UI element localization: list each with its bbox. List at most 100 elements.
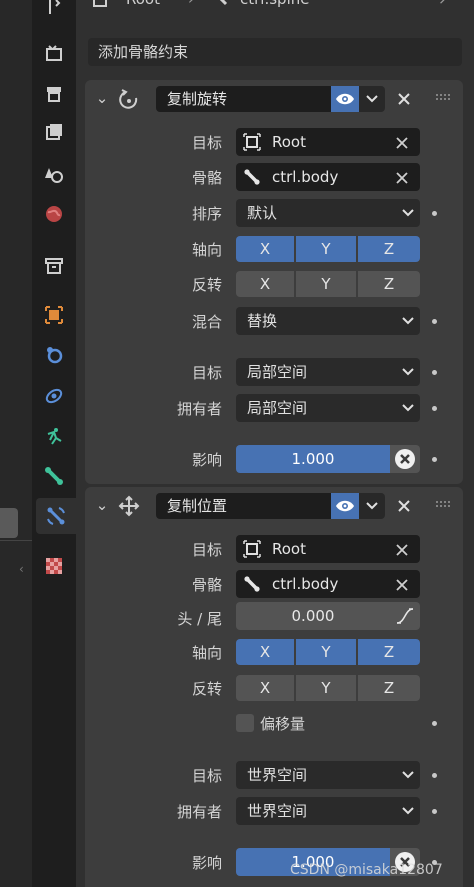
bone-value: ctrl.body: [272, 575, 339, 593]
bone-field[interactable]: ctrl.body: [236, 163, 420, 191]
axis-x-toggle[interactable]: X: [236, 236, 294, 262]
constraint-name-field[interactable]: 复制位置: [156, 493, 332, 519]
chevron-left-icon[interactable]: ‹: [19, 562, 24, 576]
add-bone-constraint-dropdown[interactable]: 添加骨骼约束: [88, 38, 462, 66]
target-value: Root: [272, 540, 306, 558]
chevron-down-icon[interactable]: ⌄: [94, 495, 110, 515]
left-editor-edge: ‹: [0, 0, 32, 887]
target-space-value: 世界空间: [247, 766, 308, 784]
invert-y-toggle[interactable]: Y: [296, 271, 356, 297]
keyframe-dot[interactable]: [432, 319, 437, 324]
owner-space-dropdown[interactable]: 世界空间: [236, 797, 420, 825]
left-editor-tab[interactable]: [0, 508, 18, 538]
particles-tab-icon[interactable]: [32, 378, 76, 414]
armature-icon: [90, 0, 110, 10]
tool-tab-icon[interactable]: [32, 0, 76, 24]
copy-location-icon: [116, 493, 142, 519]
breadcrumb-bone: ctrl.spine: [240, 0, 309, 8]
influence-label: 影响: [191, 854, 222, 872]
bone-field[interactable]: ctrl.body: [236, 570, 420, 598]
world-tab-icon[interactable]: [32, 196, 76, 232]
scene-tab-icon[interactable]: [32, 156, 76, 192]
axis-label: 轴向: [191, 644, 222, 662]
chevron-down-icon: [402, 317, 414, 325]
target-space-dropdown[interactable]: 局部空间: [236, 358, 420, 386]
axis-x-toggle[interactable]: X: [236, 639, 294, 665]
owner-space-label: 拥有者: [176, 400, 222, 418]
modifier-tab-icon[interactable]: [32, 337, 76, 373]
keyframe-dot[interactable]: [432, 406, 437, 411]
use-bbone-shape-button[interactable]: [390, 602, 420, 630]
mix-label: 混合: [191, 313, 222, 331]
curve-icon: [395, 606, 415, 626]
keyframe-dot[interactable]: [432, 773, 437, 778]
invert-x-toggle[interactable]: X: [236, 271, 294, 297]
clear-icon[interactable]: [394, 542, 410, 558]
armature-object-icon: [242, 539, 262, 559]
breadcrumb-object: Root: [126, 0, 160, 8]
axis-y-toggle[interactable]: Y: [296, 639, 356, 665]
chevron-down-icon: [402, 368, 414, 376]
order-dropdown[interactable]: 默认: [236, 199, 420, 227]
target-label: 目标: [191, 134, 222, 152]
head-tail-label: 头 / 尾: [177, 610, 222, 628]
target-space-label: 目标: [191, 364, 222, 382]
bone-icon: [242, 167, 262, 187]
invert-y-toggle[interactable]: Y: [296, 675, 356, 701]
keyframe-dot[interactable]: [432, 370, 437, 375]
axis-y-toggle[interactable]: Y: [296, 236, 356, 262]
disable-keep-transform-button[interactable]: [390, 445, 420, 473]
target-field[interactable]: Root: [236, 128, 420, 156]
close-icon[interactable]: [394, 86, 414, 112]
chevron-down-icon[interactable]: [359, 493, 385, 519]
keyframe-dot[interactable]: [432, 457, 437, 462]
output-tab-icon[interactable]: [32, 76, 76, 112]
object-tab-icon[interactable]: [32, 297, 76, 333]
chevron-down-icon[interactable]: [359, 86, 385, 112]
view-layer-tab-icon[interactable]: [32, 114, 76, 150]
collection-tab-icon[interactable]: [32, 248, 76, 284]
drag-handle-icon[interactable]: [434, 92, 452, 102]
clear-icon[interactable]: [394, 135, 410, 151]
offset-checkbox[interactable]: [236, 714, 254, 732]
bone-tab-icon[interactable]: [32, 458, 76, 494]
breadcrumb: Root › ctrl.spine ↗: [88, 0, 468, 12]
axis-label: 轴向: [191, 241, 222, 259]
influence-slider[interactable]: 1.000: [236, 445, 390, 473]
axis-z-toggle[interactable]: Z: [358, 236, 420, 262]
drag-handle-icon[interactable]: [434, 499, 452, 509]
close-icon[interactable]: [394, 493, 414, 519]
bone-constraint-tab-icon[interactable]: [36, 498, 76, 534]
keyframe-dot[interactable]: [432, 721, 437, 726]
axis-z-toggle[interactable]: Z: [358, 639, 420, 665]
cancel-circle-icon: [394, 448, 416, 470]
texture-tab-icon[interactable]: [32, 548, 76, 584]
target-value: Root: [272, 133, 306, 151]
render-tab-icon[interactable]: [32, 35, 76, 71]
watermark: CSDN @misaka12807: [290, 862, 443, 878]
invert-z-toggle[interactable]: Z: [358, 271, 420, 297]
physics-tab-icon[interactable]: [32, 418, 76, 454]
pin-icon[interactable]: ↗: [438, 0, 451, 8]
head-tail-slider[interactable]: 0.000: [236, 602, 390, 630]
target-field[interactable]: Root: [236, 535, 420, 563]
owner-space-dropdown[interactable]: 局部空间: [236, 394, 420, 422]
armature-object-icon: [242, 132, 262, 152]
invert-z-toggle[interactable]: Z: [358, 675, 420, 701]
mix-dropdown[interactable]: 替换: [236, 307, 420, 335]
influence-label: 影响: [191, 451, 222, 469]
chevron-down-icon: [402, 209, 414, 217]
clear-icon[interactable]: [394, 577, 410, 593]
target-space-dropdown[interactable]: 世界空间: [236, 761, 420, 789]
clear-icon[interactable]: [394, 170, 410, 186]
eye-icon[interactable]: [331, 493, 359, 519]
order-value: 默认: [247, 204, 278, 222]
owner-space-value: 局部空间: [247, 399, 308, 417]
eye-icon[interactable]: [331, 86, 359, 112]
keyframe-dot[interactable]: [432, 211, 437, 216]
target-label: 目标: [191, 541, 222, 559]
invert-x-toggle[interactable]: X: [236, 675, 294, 701]
constraint-name-field[interactable]: 复制旋转: [156, 86, 332, 112]
chevron-down-icon[interactable]: ⌄: [94, 88, 110, 108]
keyframe-dot[interactable]: [432, 809, 437, 814]
